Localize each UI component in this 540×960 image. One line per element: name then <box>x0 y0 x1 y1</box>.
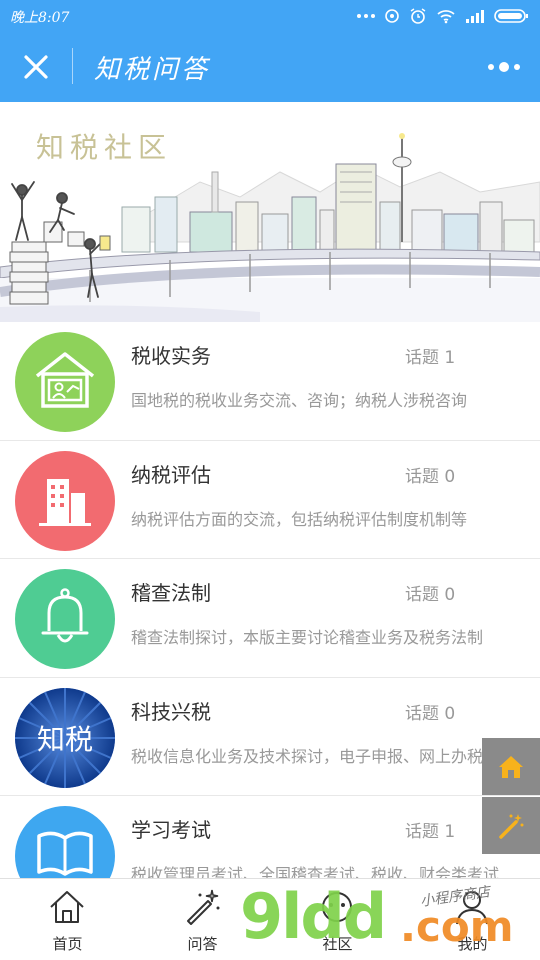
category-item[interactable]: 稽查法制 话题 0 稽查法制探讨，本版主要讨论稽查业务及税务法制 <box>0 559 540 678</box>
category-description: 税收信息化业务及技术探讨，电子申报、网上办税 <box>131 746 484 766</box>
tab-label: 我的 <box>457 935 488 953</box>
side-magic-button[interactable] <box>482 797 540 854</box>
topic-count: 话题 0 <box>405 703 456 724</box>
tab-community[interactable]: 社区 <box>270 879 405 960</box>
tab-label: 社区 <box>322 935 353 953</box>
category-item[interactable]: 税收实务 话题 1 国地税的税收业务交流、咨询；纳税人涉税咨询 <box>0 322 540 441</box>
category-description: 国地税的税收业务交流、咨询；纳税人涉税咨询 <box>131 391 468 410</box>
category-item[interactable]: 纳税评估 话题 0 纳税评估方面的交流，包括纳税评估制度机制等 <box>0 440 540 559</box>
topic-count: 话题 0 <box>405 466 456 487</box>
topic-count: 话题 0 <box>405 585 456 605</box>
category-avatar <box>15 569 115 669</box>
category-name: 税收实务 <box>131 344 211 368</box>
logo-text: 知税 <box>36 722 93 756</box>
header-divider <box>72 48 73 84</box>
bell-icon <box>41 588 89 643</box>
home-outline-icon <box>50 891 84 923</box>
tab-label: 问答 <box>187 935 218 953</box>
page-title: 知税问答 <box>94 55 211 85</box>
status-icons <box>357 6 530 26</box>
more-notifications-icon <box>357 14 375 18</box>
magic-wand-icon <box>499 813 524 839</box>
community-banner: 知税社区 <box>0 102 540 322</box>
user-icon <box>456 891 488 925</box>
signal-icon <box>466 10 484 23</box>
house-chart-icon <box>35 352 95 408</box>
category-name: 科技兴税 <box>131 699 211 724</box>
category-name: 稽查法制 <box>131 581 211 605</box>
category-avatar <box>15 450 115 551</box>
status-bar: 晚上8:07 <box>0 0 540 32</box>
app-header: 知税问答 <box>0 32 540 102</box>
battery-icon <box>494 9 528 23</box>
category-name: 学习考试 <box>131 818 211 842</box>
bottom-tab-bar: 首页 问答 社区 我的 <box>0 878 540 960</box>
magic-wand-outline-icon <box>187 889 220 925</box>
category-name: 纳税评估 <box>131 462 211 487</box>
category-avatar: 知税 <box>15 687 115 788</box>
category-description: 稽查法制探讨，本版主要讨论稽查业务及税务法制 <box>131 628 484 647</box>
tab-label: 首页 <box>52 935 83 953</box>
tab-qa[interactable]: 问答 <box>135 879 270 960</box>
home-icon <box>499 755 523 778</box>
category-item[interactable]: 知税 科技兴税 话题 0 税收信息化业务及技术探讨，电子申报、网上办税 <box>0 677 540 796</box>
community-icon <box>322 892 352 922</box>
category-description: 纳税评估方面的交流，包括纳税评估制度机制等 <box>131 509 468 529</box>
tab-home[interactable]: 首页 <box>0 879 135 960</box>
topic-count: 话题 1 <box>405 822 456 842</box>
wifi-icon <box>437 10 455 24</box>
side-home-button[interactable] <box>482 738 540 795</box>
building-icon <box>39 478 91 526</box>
topic-count: 话题 1 <box>405 348 456 368</box>
location-icon <box>385 9 399 23</box>
category-list: 税收实务 话题 1 国地税的税收业务交流、咨询；纳税人涉税咨询 纳税评估 话题 … <box>0 322 540 915</box>
category-avatar <box>15 332 115 432</box>
close-icon[interactable] <box>18 49 54 85</box>
more-options-button[interactable] <box>486 56 522 78</box>
status-time: 晚上8:07 <box>10 10 70 26</box>
banner-title: 知税社区 <box>36 131 173 164</box>
alarm-icon <box>410 8 426 24</box>
tab-mine[interactable]: 我的 <box>405 879 540 960</box>
